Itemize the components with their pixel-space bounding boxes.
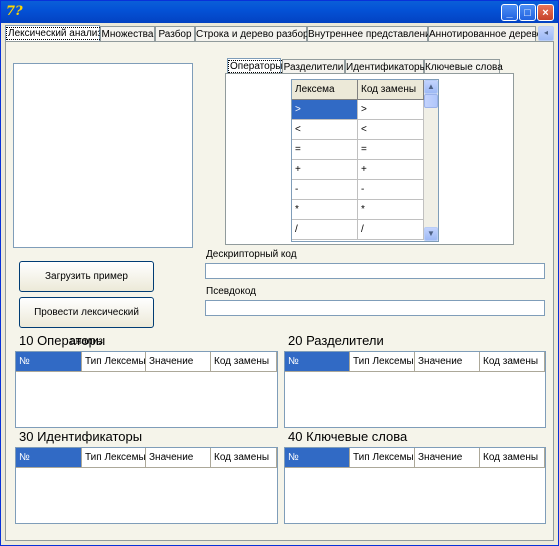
column-value[interactable]: Значение xyxy=(415,448,480,468)
tabs-scroll-left-icon[interactable]: ◂ xyxy=(538,26,554,41)
column-number[interactable]: № xyxy=(285,352,350,372)
grid-cell[interactable]: = xyxy=(358,140,424,160)
column-value[interactable]: Значение xyxy=(415,352,480,372)
grid-row[interactable]: / / xyxy=(292,220,424,240)
scroll-up-icon[interactable]: ▲ xyxy=(424,80,438,94)
scroll-down-icon[interactable]: ▼ xyxy=(424,227,438,241)
grid-cell[interactable]: + xyxy=(358,160,424,180)
descriptor-code-label: Дескрипторный код xyxy=(206,249,297,260)
grid-scrollbar[interactable]: ▲ ▼ xyxy=(424,80,438,241)
grid-cell[interactable]: / xyxy=(292,220,358,240)
app-logo-icon: 7? xyxy=(6,4,23,19)
column-value[interactable]: Значение xyxy=(146,448,211,468)
operators-table-title: 10 Операторы xyxy=(19,333,106,348)
separators-table-title: 20 Разделители xyxy=(288,333,384,348)
column-lexeme-type[interactable]: Тип Лексемы xyxy=(82,448,146,468)
table-header: № Тип Лексемы Значение Код замены xyxy=(285,448,545,468)
keywords-table-title: 40 Ключевые слова xyxy=(288,429,408,444)
window-content: Лексический анализ Множества Разбор Стро… xyxy=(1,23,558,545)
column-replacement-code[interactable]: Код замены xyxy=(480,448,545,468)
tab-label: Операторы xyxy=(228,60,285,73)
identifiers-table-title: 30 Идентификаторы xyxy=(19,429,143,444)
title-bar[interactable]: 7? _ □ × xyxy=(1,1,558,23)
grid-row[interactable]: -- xyxy=(292,180,424,200)
grid-cell[interactable]: * xyxy=(292,200,358,220)
grid-cell[interactable]: < xyxy=(292,120,358,140)
pseudocode-label: Псевдокод xyxy=(206,286,257,297)
lexeme-grid[interactable]: Лексема Код замены > > < < = = + + -- * * / / … xyxy=(291,79,439,242)
grid-cell[interactable]: < xyxy=(358,120,424,140)
source-text-area[interactable] xyxy=(13,63,193,248)
grid-cell[interactable]: - xyxy=(358,180,424,200)
column-replacement-code[interactable]: Код замены xyxy=(211,448,277,468)
maximize-icon[interactable]: □ xyxy=(519,4,536,21)
tab-lexical-analysis[interactable]: Лексический анализ xyxy=(5,25,104,42)
table-header: № Тип Лексемы Значение Код замены xyxy=(285,352,545,372)
column-number[interactable]: № xyxy=(16,448,82,468)
app-window: 7? _ □ × Лексический анализ Множества Ра… xyxy=(0,0,559,546)
grid-header-lexeme[interactable]: Лексема xyxy=(292,80,358,100)
column-lexeme-type[interactable]: Тип Лексемы xyxy=(82,352,146,372)
load-example-button[interactable]: Загрузить пример xyxy=(19,261,154,292)
grid-cell[interactable]: * xyxy=(358,200,424,220)
grid-cell[interactable]: - xyxy=(292,180,358,200)
grid-cell[interactable]: > xyxy=(358,100,424,120)
grid-row[interactable]: * * xyxy=(292,200,424,220)
grid-row[interactable]: < < xyxy=(292,120,424,140)
minimize-icon[interactable]: _ xyxy=(501,4,518,21)
separators-table[interactable]: № Тип Лексемы Значение Код замены xyxy=(284,351,546,428)
column-lexeme-type[interactable]: Тип Лексемы xyxy=(350,448,415,468)
grid-row[interactable]: > > xyxy=(292,100,424,120)
grid-row[interactable]: + + xyxy=(292,160,424,180)
grid-cell[interactable]: = xyxy=(292,140,358,160)
scroll-thumb[interactable] xyxy=(424,94,438,108)
grid-row[interactable]: = = xyxy=(292,140,424,160)
table-header: № Тип Лексемы Значение Код замены xyxy=(16,352,277,372)
descriptor-code-field[interactable] xyxy=(205,263,545,279)
pseudocode-field[interactable] xyxy=(205,300,545,316)
column-number[interactable]: № xyxy=(285,448,350,468)
run-lexical-analysis-button[interactable]: Провести лексический анализ xyxy=(19,297,154,347)
grid-header-replacement-code[interactable]: Код замены xyxy=(358,80,424,100)
column-lexeme-type[interactable]: Тип Лексемы xyxy=(350,352,415,372)
column-number[interactable]: № xyxy=(16,352,82,372)
column-replacement-code[interactable]: Код замены xyxy=(480,352,545,372)
grid-cell[interactable]: + xyxy=(292,160,358,180)
column-replacement-code[interactable]: Код замены xyxy=(211,352,277,372)
grid-header: Лексема Код замены xyxy=(292,80,424,100)
tab-label: Лексический анализ xyxy=(6,27,104,40)
operators-table[interactable]: № Тип Лексемы Значение Код замены xyxy=(15,351,278,428)
close-icon[interactable]: × xyxy=(537,4,554,21)
table-header: № Тип Лексемы Значение Код замены xyxy=(16,448,277,468)
identifiers-table[interactable]: № Тип Лексемы Значение Код замены xyxy=(15,447,278,524)
column-value[interactable]: Значение xyxy=(146,352,211,372)
grid-cell[interactable]: / xyxy=(358,220,424,240)
keywords-table[interactable]: № Тип Лексемы Значение Код замены xyxy=(284,447,546,524)
grid-cell[interactable]: > xyxy=(292,100,358,120)
